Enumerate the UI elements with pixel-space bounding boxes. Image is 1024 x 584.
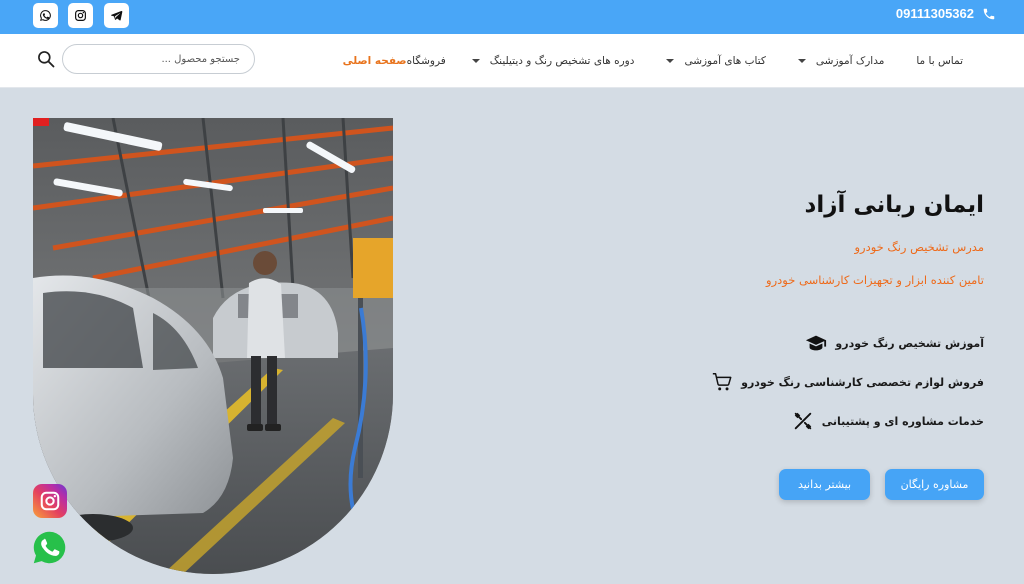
- nav-item-label: کتاب های آموزشی: [684, 55, 766, 67]
- phone-number[interactable]: 09111305362: [896, 6, 974, 21]
- nav-item-label: فروشگاه: [406, 55, 446, 67]
- feature-label: آموزش تشخیص رنگ خودرو: [835, 336, 984, 350]
- chevron-down-icon: [471, 59, 480, 63]
- nav-item-label: تماس با ما: [916, 55, 963, 67]
- nav-item-certificates[interactable]: مدارک آموزشی: [797, 55, 885, 67]
- hero-image: [33, 118, 393, 574]
- feature-sales: فروش لوازم تخصصی کارشناسی رنگ خودرو: [711, 371, 984, 393]
- feature-training: آموزش تشخیص رنگ خودرو: [805, 332, 984, 354]
- graduation-cap-icon: [805, 332, 827, 354]
- nav-item-courses[interactable]: دوره های تشخیص رنگ و دیتیلینگ: [471, 55, 635, 67]
- feature-support: خدمات مشاوره ای و پشتیبانی: [792, 410, 984, 432]
- whatsapp-icon: [33, 531, 66, 564]
- instagram-icon: [40, 491, 60, 511]
- instagram-floating-button[interactable]: [33, 484, 67, 518]
- search-input[interactable]: [62, 44, 255, 74]
- nav-item-label: مدارک آموزشی: [815, 55, 885, 67]
- whatsapp-floating-button[interactable]: [31, 529, 68, 566]
- nav-item-home[interactable]: صفحه اصلی: [343, 55, 407, 67]
- chevron-down-icon: [797, 59, 806, 63]
- shopping-cart-icon: [711, 371, 733, 393]
- search-icon[interactable]: [36, 49, 56, 69]
- whatsapp-icon[interactable]: [33, 3, 58, 28]
- instagram-icon[interactable]: [68, 3, 93, 28]
- feature-label: خدمات مشاوره ای و پشتیبانی: [821, 414, 984, 428]
- telegram-icon[interactable]: [104, 3, 129, 28]
- feature-label: فروش لوازم تخصصی کارشناسی رنگ خودرو: [741, 375, 984, 389]
- nav-item-shop[interactable]: فروشگاه: [407, 55, 446, 67]
- nav-menu: صفحه اصلی فروشگاه دوره های تشخیص رنگ و د…: [343, 34, 996, 88]
- phone-contact[interactable]: 09111305362: [896, 6, 996, 21]
- top-bar: 09111305362: [0, 0, 1024, 34]
- nav-item-label: دوره های تشخیص رنگ و دیتیلینگ: [489, 55, 635, 67]
- hero-subtitle-supplier: تامین کننده ابزار و تجهیزات کارشناسی خود…: [766, 273, 984, 287]
- phone-icon: [983, 8, 995, 19]
- nav-item-books[interactable]: کتاب های آموزشی: [666, 55, 766, 67]
- chevron-down-icon: [666, 59, 675, 63]
- hero-title: ایمان ربانی آزاد: [804, 192, 984, 218]
- free-consultation-button[interactable]: مشاوره رایگان: [885, 469, 984, 500]
- hero-subtitle-instructor: مدرس تشخیص رنگ خودرو: [854, 240, 984, 254]
- nav-item-label: صفحه اصلی: [342, 55, 407, 67]
- tools-icon: [792, 410, 814, 432]
- learn-more-button[interactable]: بیشتر بدانید: [779, 469, 870, 500]
- main-navbar: صفحه اصلی فروشگاه دوره های تشخیص رنگ و د…: [0, 34, 1024, 88]
- nav-item-contact[interactable]: تماس با ما: [916, 55, 963, 67]
